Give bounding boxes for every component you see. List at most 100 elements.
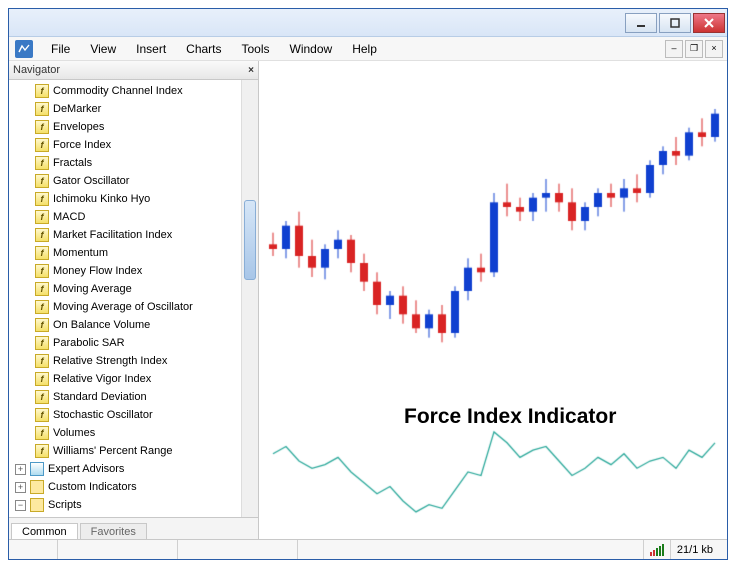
indicator-label: Volumes (53, 427, 95, 439)
indicator-label: Moving Average of Oscillator (53, 301, 193, 313)
indicator-item[interactable]: f Relative Strength Index (9, 352, 241, 370)
function-icon: f (35, 336, 49, 350)
indicator-label: Relative Vigor Index (53, 373, 151, 385)
candlestick-chart[interactable] (259, 61, 727, 531)
indicator-item[interactable]: fDeMarker (9, 100, 241, 118)
indicator-item[interactable]: fStochastic Oscillator (9, 406, 241, 424)
function-icon: f (35, 354, 49, 368)
tab-common[interactable]: Common (11, 523, 78, 539)
indicator-item[interactable]: fMoney Flow Index (9, 262, 241, 280)
status-traffic: 21/1 kb (670, 540, 719, 559)
navigator-tree[interactable]: fCommodity Channel IndexfDeMarkerfEnvelo… (9, 80, 241, 517)
indicator-item[interactable]: f Market Facilitation Index (9, 226, 241, 244)
function-icon: f (35, 192, 49, 206)
indicator-item[interactable]: f Fractals (9, 154, 241, 172)
navigator-panel: Navigator × fCommodity Channel IndexfDeM… (9, 61, 259, 539)
navigator-title: Navigator × (9, 61, 258, 80)
window-close-button[interactable] (693, 13, 725, 33)
function-icon: f (35, 174, 49, 188)
indicator-label: Envelopes (53, 121, 104, 133)
indicator-label: Money Flow Index (53, 265, 142, 277)
indicator-item[interactable]: f Standard Deviation (9, 388, 241, 406)
chart-overlay-label: Force Index Indicator (404, 405, 616, 429)
tree-expander[interactable]: − (15, 500, 26, 511)
tree-root-label: Custom Indicators (48, 481, 137, 493)
tree-expander[interactable]: + (15, 464, 26, 475)
function-icon: f (35, 318, 49, 332)
menubar: File View Insert Charts Tools Window Hel… (9, 37, 727, 61)
chart-area[interactable]: Force Index Indicator (259, 61, 727, 539)
indicator-label: On Balance Volume (53, 319, 150, 331)
window-minimize-button[interactable] (625, 13, 657, 33)
indicator-label: Standard Deviation (53, 391, 147, 403)
tree-expander[interactable]: + (15, 482, 26, 493)
indicator-item[interactable]: f Relative Vigor Index (9, 370, 241, 388)
ea-icon (30, 462, 44, 476)
menu-view[interactable]: View (80, 39, 126, 59)
indicator-label: Force Index (53, 139, 111, 151)
function-icon: f (35, 84, 49, 98)
indicator-item[interactable]: f Moving Average of Oscillator (9, 298, 241, 316)
tab-favorites[interactable]: Favorites (80, 523, 147, 539)
navigator-tabs: Common Favorites (9, 517, 258, 539)
tree-root-label: Expert Advisors (48, 463, 124, 475)
indicator-item[interactable]: f Williams' Percent Range (9, 442, 241, 460)
navigator-scrollbar[interactable] (241, 80, 258, 517)
indicator-label: Parabolic SAR (53, 337, 125, 349)
indicator-label: Market Facilitation Index (53, 229, 172, 241)
menu-charts[interactable]: Charts (176, 39, 231, 59)
menu-help[interactable]: Help (342, 39, 387, 59)
mdi-minimize-button[interactable]: – (665, 40, 683, 58)
app-window: File View Insert Charts Tools Window Hel… (8, 8, 728, 560)
tree-scripts[interactable]: − Scripts (9, 496, 241, 514)
body: Navigator × fCommodity Channel IndexfDeM… (9, 61, 727, 539)
indicator-item[interactable]: fMACD (9, 208, 241, 226)
ci-icon (30, 480, 44, 494)
indicator-label: Williams' Percent Range (53, 445, 172, 457)
indicator-item[interactable]: fMoving Average (9, 280, 241, 298)
indicator-item[interactable]: f Ichimoku Kinko Hyo (9, 190, 241, 208)
function-icon: f (35, 444, 49, 458)
indicator-item[interactable]: f Envelopes (9, 118, 241, 136)
navigator-close-icon[interactable]: × (244, 65, 258, 76)
indicator-item[interactable]: f Parabolic SAR (9, 334, 241, 352)
indicator-label: Moving Average (53, 283, 132, 295)
statusbar: 21/1 kb (9, 539, 727, 559)
navigator-title-label: Navigator (13, 64, 60, 76)
indicator-item[interactable]: f Commodity Channel Index (9, 82, 241, 100)
indicator-label: Stochastic Oscillator (53, 409, 153, 421)
titlebar (9, 9, 727, 37)
menu-insert[interactable]: Insert (126, 39, 176, 59)
tree-root-label: Scripts (48, 499, 82, 511)
tree-expert-advisors[interactable]: + Expert Advisors (9, 460, 241, 478)
function-icon: f (35, 300, 49, 314)
menu-window[interactable]: Window (280, 39, 343, 59)
window-maximize-button[interactable] (659, 13, 691, 33)
function-icon: f (35, 372, 49, 386)
indicator-label: Relative Strength Index (53, 355, 167, 367)
indicator-item[interactable]: fMomentum (9, 244, 241, 262)
indicator-label: Fractals (53, 157, 92, 169)
indicator-label: MACD (53, 211, 85, 223)
function-icon: f (35, 228, 49, 242)
indicator-item[interactable]: fForce Index (9, 136, 241, 154)
menu-file[interactable]: File (41, 39, 80, 59)
scrollbar-thumb[interactable] (244, 200, 256, 280)
indicator-label: Ichimoku Kinko Hyo (53, 193, 150, 205)
function-icon: f (35, 426, 49, 440)
indicator-item[interactable]: fGator Oscillator (9, 172, 241, 190)
function-icon: f (35, 120, 49, 134)
indicator-label: Momentum (53, 247, 108, 259)
function-icon: f (35, 390, 49, 404)
menu-tools[interactable]: Tools (232, 39, 280, 59)
function-icon: f (35, 156, 49, 170)
mdi-close-button[interactable]: × (705, 40, 723, 58)
connection-bars-icon (643, 540, 670, 559)
tree-custom-indicators[interactable]: + Custom Indicators (9, 478, 241, 496)
app-icon (15, 40, 33, 58)
mdi-restore-button[interactable]: ❐ (685, 40, 703, 58)
indicator-item[interactable]: f On Balance Volume (9, 316, 241, 334)
indicator-item[interactable]: f Volumes (9, 424, 241, 442)
indicator-label: Commodity Channel Index (53, 85, 183, 97)
indicator-label: DeMarker (53, 103, 101, 115)
